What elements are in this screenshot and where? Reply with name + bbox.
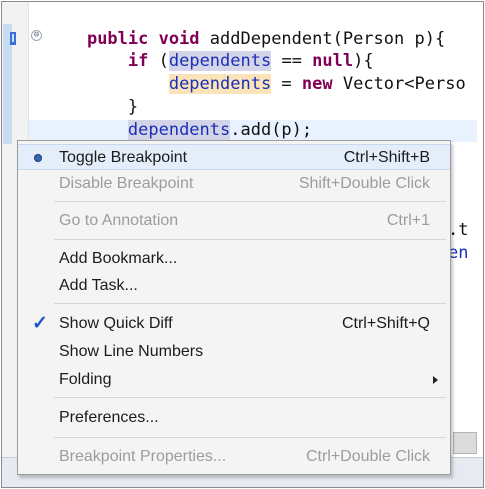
menu-item-label: Add Bookmark... bbox=[59, 250, 178, 267]
checkmark-icon: ✓ bbox=[32, 313, 48, 334]
menu-separator bbox=[54, 201, 446, 202]
code-line: } bbox=[46, 96, 138, 118]
menu-item-shortcut: Ctrl+Shift+B bbox=[343, 149, 430, 166]
fold-collapse-icon[interactable]: ⊖ bbox=[31, 30, 42, 41]
code-text: Vector<Perso bbox=[342, 74, 466, 94]
menu-item-preferences[interactable]: Preferences... bbox=[18, 405, 450, 431]
code-text: } bbox=[127, 97, 139, 117]
code-field-reference: dependents bbox=[168, 74, 272, 94]
ruler-context-menu: Toggle Breakpoint Ctrl+Shift+B Disable Bre… bbox=[17, 140, 451, 475]
menu-item-shortcut: Ctrl+Double Click bbox=[305, 448, 430, 465]
scrollbar-thumb[interactable] bbox=[453, 432, 477, 454]
code-line: public void addDependent(Person p){ bbox=[46, 28, 445, 50]
menu-separator bbox=[54, 437, 446, 438]
code-text: ( bbox=[158, 51, 169, 71]
menu-separator bbox=[54, 397, 446, 398]
menu-item-go-to-annotation: Go to Annotation Ctrl+1 bbox=[18, 208, 450, 234]
code-field-reference: dependents bbox=[168, 51, 272, 71]
menu-separator bbox=[54, 239, 446, 240]
code-line: dependents.add(p); bbox=[46, 119, 312, 141]
menu-item-label: Folding bbox=[59, 371, 112, 388]
bookmark-icon[interactable] bbox=[10, 32, 16, 45]
breakpoint-dot-icon bbox=[34, 154, 42, 162]
partial-code-text: en bbox=[448, 243, 469, 263]
code-text: ){ bbox=[353, 51, 374, 71]
menu-item-label: Show Line Numbers bbox=[59, 343, 204, 360]
menu-item-label: Disable Breakpoint bbox=[59, 175, 194, 192]
menu-item-add-bookmark[interactable]: Add Bookmark... bbox=[18, 246, 450, 272]
menu-item-label: Go to Annotation bbox=[59, 212, 179, 229]
menu-item-shortcut: Ctrl+1 bbox=[386, 212, 430, 229]
menu-item-folding[interactable]: Folding bbox=[18, 367, 450, 393]
menu-item-show-quick-diff[interactable]: ✓ Show Quick Diff Ctrl+Shift+Q bbox=[18, 311, 450, 337]
menu-item-label: Toggle Breakpoint bbox=[59, 149, 188, 166]
menu-item-label: Breakpoint Properties... bbox=[59, 448, 227, 465]
menu-item-disable-breakpoint: Disable Breakpoint Shift+Double Click bbox=[18, 171, 450, 197]
code-text: == bbox=[271, 51, 313, 71]
partial-code-text: .t bbox=[448, 220, 469, 240]
code-text: .add(p); bbox=[230, 120, 313, 140]
code-keyword: null bbox=[312, 51, 354, 71]
code-text: addDependent(Person p){ bbox=[209, 29, 446, 49]
menu-item-shortcut: Shift+Double Click bbox=[298, 175, 430, 192]
code-keyword: if bbox=[127, 51, 159, 71]
submenu-arrow-icon bbox=[433, 376, 438, 384]
menu-item-breakpoint-properties: Breakpoint Properties... Ctrl+Double Clic… bbox=[18, 444, 450, 470]
menu-item-label: Add Task... bbox=[59, 277, 138, 294]
menu-item-label: Preferences... bbox=[59, 409, 159, 426]
code-keyword: public void bbox=[86, 29, 210, 49]
code-line: dependents = new Vector<Perso bbox=[46, 73, 466, 95]
code-field-reference: dependents bbox=[127, 120, 231, 140]
code-line: if (dependents == null){ bbox=[46, 50, 374, 72]
menu-item-show-line-numbers[interactable]: Show Line Numbers bbox=[18, 339, 450, 365]
code-keyword: new bbox=[301, 74, 343, 94]
menu-item-shortcut: Ctrl+Shift+Q bbox=[341, 315, 430, 332]
code-text: = bbox=[271, 74, 302, 94]
menu-item-add-task[interactable]: Add Task... bbox=[18, 273, 450, 299]
menu-separator bbox=[54, 303, 446, 304]
menu-item-label: Show Quick Diff bbox=[59, 315, 173, 332]
menu-item-toggle-breakpoint[interactable]: Toggle Breakpoint Ctrl+Shift+B bbox=[18, 144, 450, 170]
